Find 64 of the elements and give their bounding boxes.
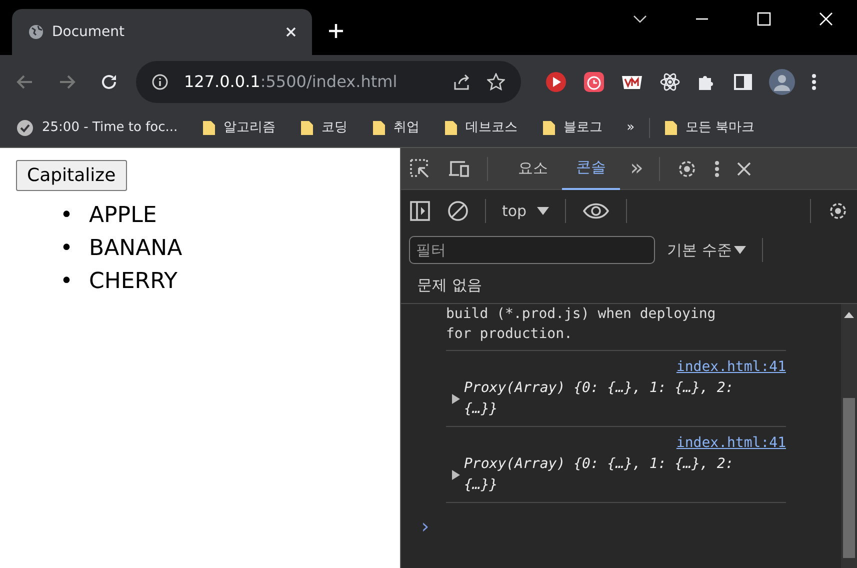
avatar-icon[interactable] — [769, 68, 795, 94]
back-icon[interactable] — [16, 72, 34, 90]
eye-icon[interactable] — [582, 202, 610, 220]
share-icon[interactable] — [453, 72, 471, 90]
folder-icon — [300, 120, 314, 136]
expand-icon[interactable] — [452, 394, 460, 404]
issues-text: 문제 없음 — [417, 275, 482, 296]
bookmark-item[interactable]: 25:00 - Time to foc... — [42, 118, 178, 138]
sidebar-toggle-icon[interactable] — [409, 200, 431, 222]
list-item: BANANA — [88, 235, 182, 263]
folder-icon — [444, 120, 458, 136]
folder-icon — [372, 120, 386, 136]
bookmark-item[interactable]: 취업 — [394, 118, 420, 138]
bullet-marker: • — [60, 235, 73, 263]
more-tabs-icon[interactable]: » — [630, 152, 644, 185]
folder-icon — [664, 120, 678, 136]
info-icon[interactable] — [152, 74, 168, 90]
filter-field[interactable]: 필터 — [409, 236, 655, 264]
object-preview[interactable]: Proxy(Array) {0: {…}, 1: {…}, 2: {…}} — [464, 378, 764, 420]
scroll-up-icon[interactable] — [844, 312, 854, 318]
new-tab-icon[interactable] — [328, 23, 344, 39]
folder-icon — [202, 120, 216, 136]
source-link[interactable]: index.html:41 — [676, 359, 786, 375]
clear-icon[interactable] — [447, 200, 469, 222]
caret-icon[interactable] — [734, 246, 746, 254]
inspect-icon[interactable] — [409, 158, 431, 180]
side-panel-icon[interactable] — [733, 72, 753, 92]
close-icon[interactable] — [736, 160, 752, 176]
maximize-icon[interactable] — [757, 12, 771, 26]
play-extension-icon[interactable] — [545, 70, 567, 92]
source-link[interactable]: index.html:41 — [676, 435, 786, 451]
console-settings-icon[interactable] — [827, 200, 849, 222]
bookmark-item[interactable]: 알고리즘 — [224, 118, 276, 138]
bullet-marker: • — [60, 268, 73, 296]
levels-dropdown[interactable]: 기본 수준 — [667, 238, 732, 262]
reload-icon[interactable] — [100, 72, 118, 90]
bullet-marker: • — [60, 202, 73, 230]
context-dropdown[interactable]: top — [502, 200, 527, 222]
object-preview[interactable]: Proxy(Array) {0: {…}, 1: {…}, 2: {…}} — [464, 454, 764, 496]
atom-icon[interactable] — [659, 70, 681, 92]
scrollbar[interactable] — [841, 304, 857, 568]
overflow-button[interactable]: » — [626, 118, 635, 138]
devtools-tab[interactable]: 콘솔 — [562, 148, 620, 190]
devtools-tab[interactable]: 요소 — [504, 148, 562, 190]
bookmark-item[interactable]: 코딩 — [322, 118, 348, 138]
globe-icon — [28, 24, 44, 40]
clock-extension-icon[interactable] — [583, 70, 605, 92]
bookmark-item[interactable]: 데브코스 — [466, 118, 518, 138]
check-circle-icon — [16, 118, 34, 136]
list-item: APPLE — [88, 202, 157, 230]
folder-icon — [542, 120, 556, 136]
prompt-icon[interactable]: › — [419, 511, 432, 541]
expand-icon[interactable] — [452, 470, 460, 480]
capitalize-button[interactable]: Capitalize — [16, 160, 127, 191]
star-icon[interactable] — [487, 72, 505, 90]
bookmark-item[interactable]: 모든 북마크 — [686, 118, 755, 138]
caret-icon[interactable] — [536, 207, 549, 215]
bookmark-item[interactable]: 블로그 — [564, 118, 603, 138]
close-window-icon[interactable] — [819, 12, 833, 26]
list-item: CHERRY — [88, 268, 178, 296]
more-options-icon[interactable] — [714, 160, 720, 178]
log-text: build (*.prod.js) when deploying for production. — [446, 305, 717, 344]
forward-icon[interactable] — [58, 72, 76, 90]
menu-icon[interactable] — [811, 72, 817, 90]
